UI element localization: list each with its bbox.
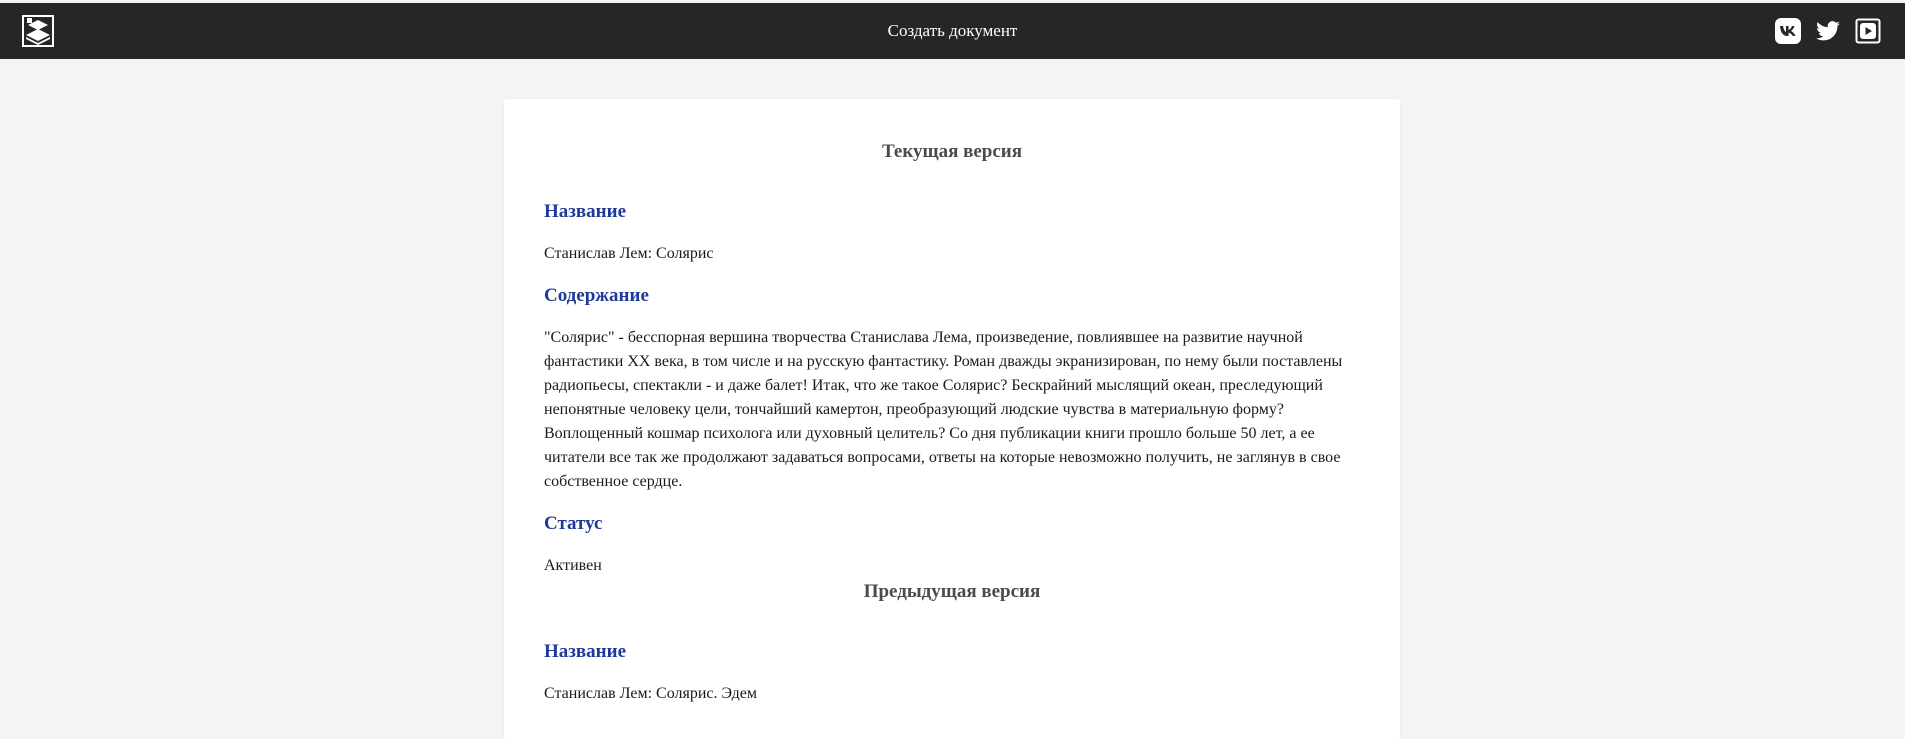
current-content-value: "Солярис" - бесспорная вершина творчеств…	[544, 329, 1343, 490]
document-history-card: Текущая версия Название Станислав Лем: С…	[504, 99, 1400, 739]
previous-version-heading: Предыдущая версия	[863, 581, 1041, 602]
previous-name-label: Название	[544, 641, 627, 662]
create-document-link[interactable]: Создать документ	[0, 3, 1905, 59]
current-status-label: Статус	[544, 513, 603, 534]
current-version-heading: Текущая версия	[881, 141, 1023, 162]
current-content-label: Содержание	[544, 285, 649, 306]
previous-name-value: Станислав Лем: Солярис. Эдем	[544, 685, 758, 702]
youtube-icon[interactable]	[1855, 18, 1881, 44]
twitter-icon[interactable]	[1815, 18, 1841, 44]
current-status-value: Активен	[544, 557, 602, 574]
current-name-label: Название	[544, 201, 627, 222]
navbar: Создать документ	[0, 3, 1905, 59]
vk-icon[interactable]	[1775, 18, 1801, 44]
current-name-value: Станислав Лем: Солярис	[544, 245, 714, 262]
